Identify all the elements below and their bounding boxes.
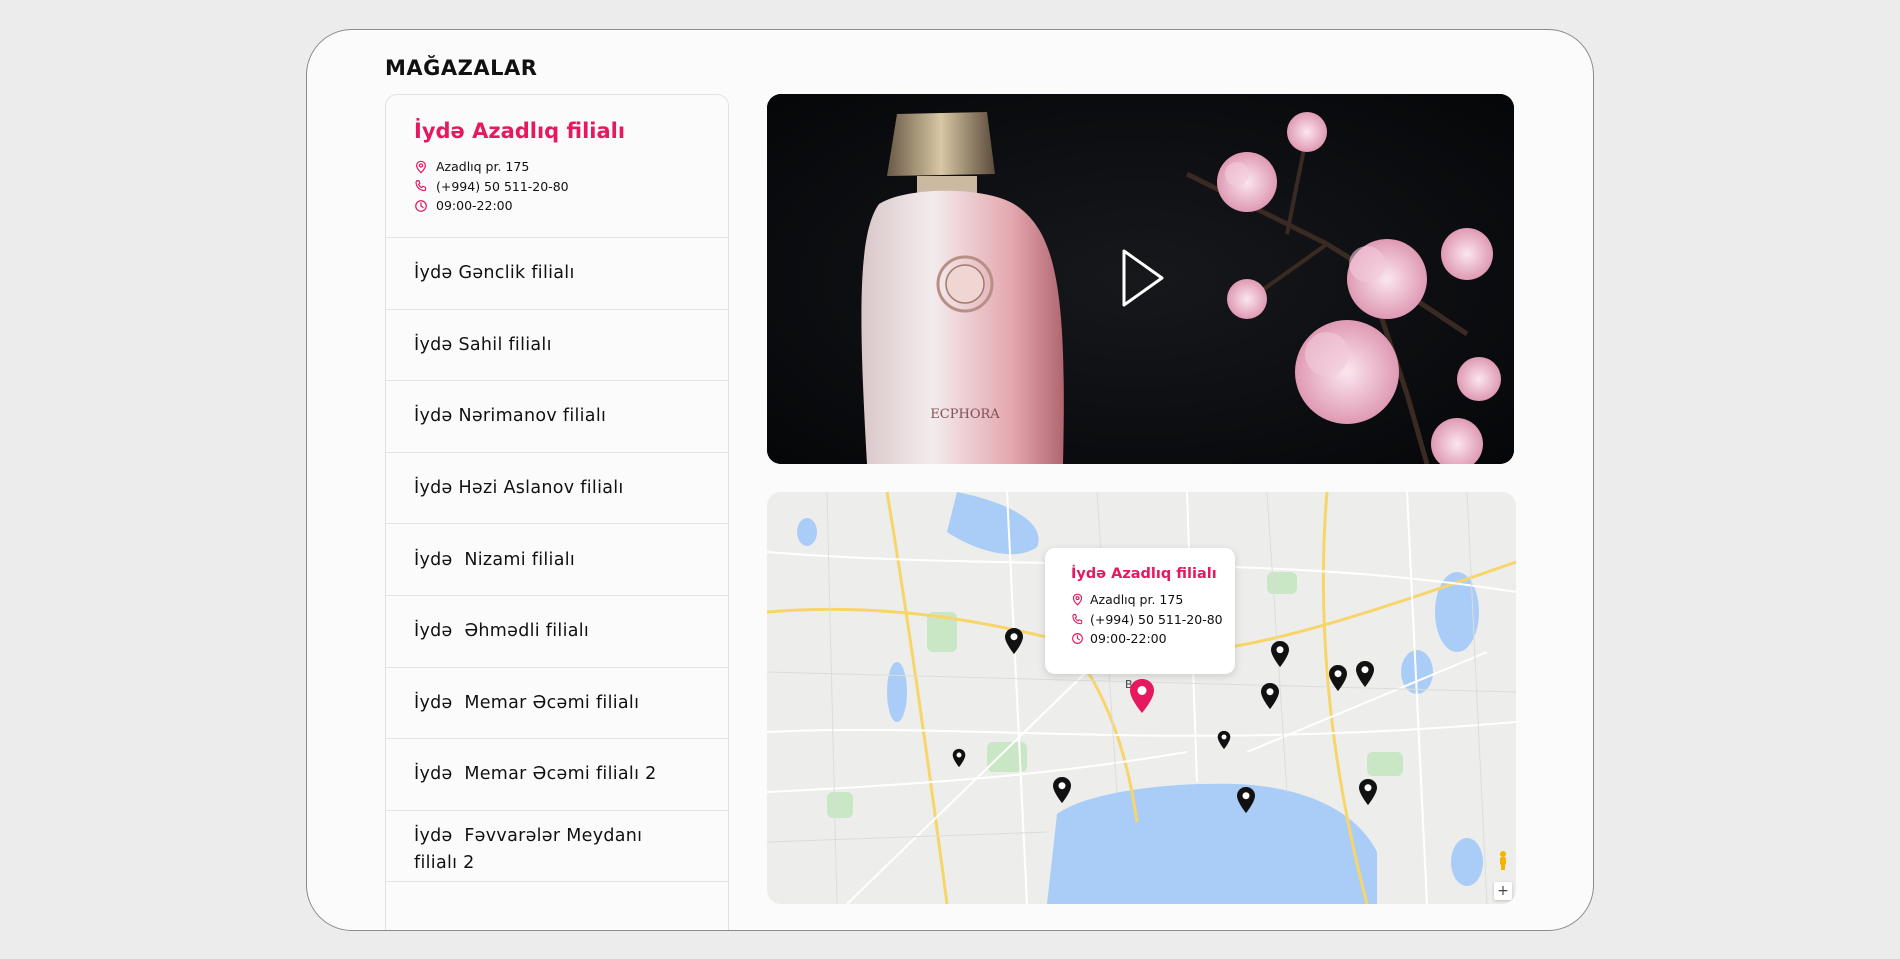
- stores-list: İydə Azadlıq filialı Azadlıq pr. 175 (+9…: [385, 94, 729, 930]
- store-item-ehmedli[interactable]: İydə Əhmədli filialı: [386, 596, 728, 668]
- store-item-genclik[interactable]: İydə Gənclik filialı: [386, 238, 728, 310]
- store-phone: (+994) 50 511-20-80: [436, 178, 569, 194]
- zoom-in-button[interactable]: +: [1494, 882, 1512, 900]
- popup-address-row: Azadlıq pr. 175: [1071, 590, 1235, 610]
- stores-page: MAĞAZALAR İydə Azadlıq filialı Azadlıq p…: [306, 29, 1594, 931]
- store-phone-row: (+994) 50 511-20-80: [414, 177, 700, 197]
- clock-icon: [1072, 633, 1083, 645]
- map-info-popup: İydə Azadlıq filialı Azadlıq pr. 175 (+9…: [1045, 548, 1235, 674]
- popup-store-name: İydə Azadlıq filialı: [1071, 566, 1217, 582]
- store-hours-row: 09:00-22:00: [414, 196, 700, 216]
- map-marker-store[interactable]: [1355, 660, 1375, 688]
- store-item-active[interactable]: İydə Azadlıq filialı Azadlıq pr. 175 (+9…: [386, 95, 728, 238]
- popup-address: Azadlıq pr. 175: [1090, 592, 1184, 608]
- store-address-row: Azadlıq pr. 175: [414, 157, 700, 177]
- map-marker-store[interactable]: [1004, 627, 1024, 655]
- store-item-memar-ecemi[interactable]: İydə Memar Əcəmi filialı: [386, 668, 728, 740]
- phone-icon: [415, 180, 427, 192]
- map-marker-store[interactable]: [1328, 664, 1348, 692]
- stores-map[interactable]: Bakı İydə Azadlıq filialı Azadlıq pr. 17…: [767, 492, 1516, 904]
- popup-hours-row: 09:00-22:00: [1071, 629, 1235, 649]
- popup-phone-row: (+994) 50 511-20-80: [1071, 610, 1235, 630]
- popup-phone: (+994) 50 511-20-80: [1090, 611, 1223, 627]
- street-view-pegman-icon[interactable]: [1496, 850, 1510, 870]
- map-marker-active[interactable]: [1129, 678, 1155, 714]
- store-item-nerimanov[interactable]: İydə Nərimanov filialı: [386, 381, 728, 453]
- page-title: MAĞAZALAR: [385, 56, 538, 80]
- store-address: Azadlıq pr. 175: [436, 159, 530, 175]
- store-item-memar-ecemi-2[interactable]: İydə Memar Əcəmi filialı 2: [386, 739, 728, 811]
- store-item-fevvareler-meydani-2[interactable]: İydə Fəvvarələr Meydanı filialı 2: [386, 811, 728, 883]
- map-marker-store[interactable]: [1358, 778, 1378, 806]
- play-icon[interactable]: [1121, 248, 1165, 308]
- store-item-nizami[interactable]: İydə Nizami filialı: [386, 524, 728, 596]
- phone-icon: [1072, 613, 1083, 625]
- map-marker-store[interactable]: [1217, 730, 1231, 750]
- map-marker-store[interactable]: [1236, 786, 1256, 814]
- store-name: İydə Azadlıq filialı: [414, 119, 626, 143]
- map-marker-store[interactable]: [1270, 640, 1290, 668]
- location-pin-icon: [1072, 593, 1083, 606]
- promo-video[interactable]: ECPHORA: [767, 94, 1514, 464]
- clock-icon: [415, 199, 427, 212]
- store-hours: 09:00-22:00: [436, 198, 513, 214]
- location-pin-icon: [416, 160, 426, 174]
- popup-hours: 09:00-22:00: [1090, 631, 1167, 647]
- bottle-label: ECPHORA: [930, 407, 1000, 422]
- map-marker-store[interactable]: [1260, 682, 1280, 710]
- map-marker-store[interactable]: [952, 748, 966, 768]
- map-marker-store[interactable]: [1052, 776, 1072, 804]
- store-item-hezi-aslanov[interactable]: İydə Həzi Aslanov filialı: [386, 453, 728, 525]
- store-item-sahil[interactable]: İydə Sahil filialı: [386, 310, 728, 382]
